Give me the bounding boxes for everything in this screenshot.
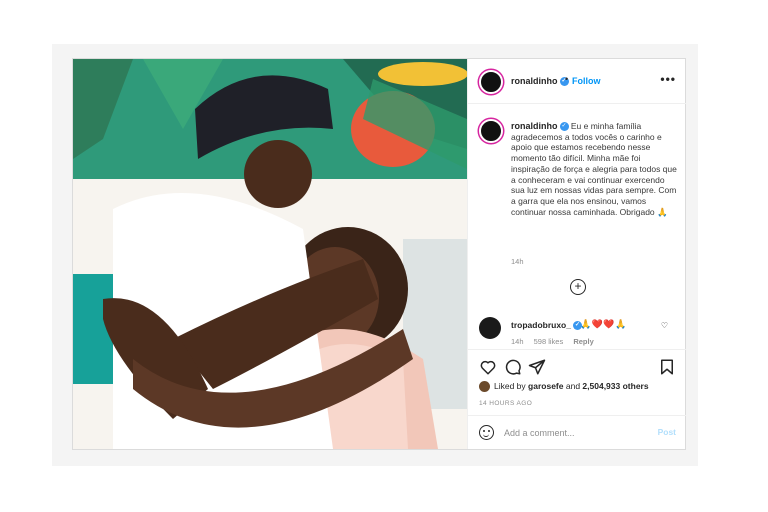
comment-meta: 14h 598 likes Reply xyxy=(511,337,602,346)
author-username-text[interactable]: ronaldinho xyxy=(511,76,558,86)
post-actions xyxy=(468,349,686,382)
instagram-post: ronaldinho ✓ • Follow ••• ronaldinho ✓ Eu … xyxy=(72,58,686,450)
likes-summary: Liked by garosefe and 2,504,933 others xyxy=(479,381,649,393)
commenter-username-text[interactable]: tropadobruxo_ xyxy=(511,320,571,330)
liker-avatar[interactable] xyxy=(479,381,490,393)
paper-plane-icon[interactable] xyxy=(528,358,546,376)
more-options-icon[interactable]: ••• xyxy=(660,72,676,86)
bookmark-icon[interactable] xyxy=(658,358,676,376)
smiley-icon[interactable] xyxy=(479,425,494,440)
post-image xyxy=(73,59,467,449)
post-side-panel: ronaldinho ✓ • Follow ••• ronaldinho ✓ Eu … xyxy=(467,59,686,449)
reply-button[interactable]: Reply xyxy=(573,337,593,346)
caption-username[interactable]: ronaldinho xyxy=(511,121,558,131)
verified-badge-icon: ✓ xyxy=(559,122,569,132)
liker-username[interactable]: garosefe xyxy=(528,381,563,391)
commenter-username[interactable]: tropadobruxo_ ✓ xyxy=(511,320,582,331)
post-comment-button[interactable]: Post xyxy=(658,427,676,437)
comment-icon[interactable] xyxy=(504,358,522,376)
caption-timestamp[interactable]: 14h xyxy=(511,257,524,266)
comment-likes[interactable]: 598 likes xyxy=(534,337,564,346)
post-timestamp[interactable]: 14 HOURS AGO xyxy=(479,400,532,407)
post-header: ronaldinho ✓ • Follow ••• xyxy=(468,59,686,104)
plus-circle-icon[interactable]: + xyxy=(570,279,586,295)
post-photo[interactable] xyxy=(73,59,467,449)
follow-button[interactable]: Follow xyxy=(572,76,601,86)
heart-icon[interactable] xyxy=(479,358,497,376)
comment-time[interactable]: 14h xyxy=(511,337,524,346)
commenter-avatar[interactable] xyxy=(479,317,501,339)
likes-count[interactable]: 2,504,933 others xyxy=(582,381,648,391)
caption-text: Eu e minha família agradecemos a todos v… xyxy=(511,121,677,217)
author-username[interactable]: ronaldinho ✓ xyxy=(511,76,569,87)
separator-dot: • xyxy=(565,74,569,84)
likes-middle: and xyxy=(565,381,581,391)
comment-like-heart-icon[interactable]: ♡ xyxy=(661,321,668,330)
caption-avatar[interactable] xyxy=(479,119,503,143)
comment-text: 🙏❤️❤️🙏 xyxy=(580,319,627,329)
add-comment-bar: Post xyxy=(468,415,686,450)
author-avatar[interactable] xyxy=(479,70,503,94)
likes-prefix: Liked by xyxy=(494,381,526,391)
post-caption: ronaldinho ✓ Eu e minha família agradecem… xyxy=(511,121,679,217)
comment-input[interactable] xyxy=(504,424,644,441)
